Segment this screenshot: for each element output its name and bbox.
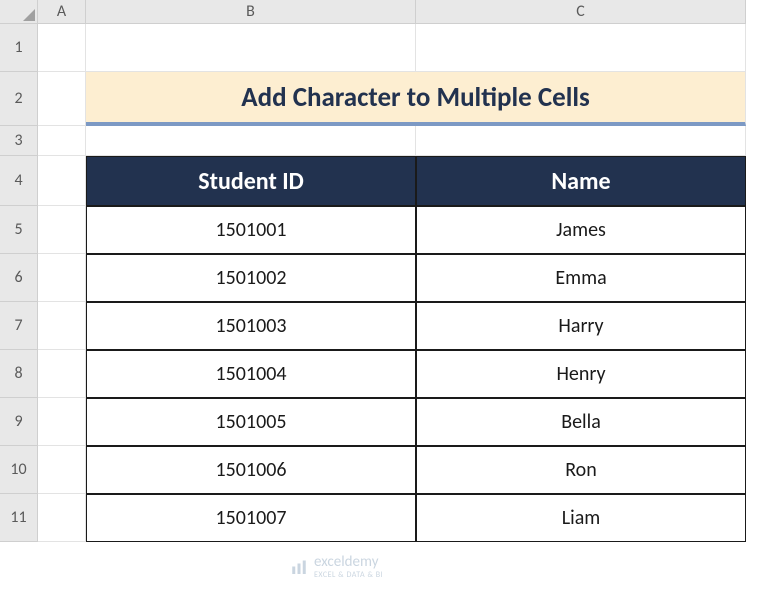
cell-a8[interactable] xyxy=(38,350,86,398)
col-header-a[interactable]: A xyxy=(38,0,86,24)
cell-c1[interactable] xyxy=(416,24,746,72)
col-header-c[interactable]: C xyxy=(416,0,746,24)
row-header-5[interactable]: 5 xyxy=(0,206,38,254)
cell-a6[interactable] xyxy=(38,254,86,302)
watermark-icon xyxy=(290,559,308,577)
table-cell-name[interactable]: Harry xyxy=(416,302,746,350)
select-all-corner[interactable] xyxy=(0,0,38,24)
table-cell-id[interactable]: 1501001 xyxy=(86,206,416,254)
watermark-text-wrap: exceldemy EXCEL & DATA & BI xyxy=(314,555,383,580)
table-cell-name[interactable]: Liam xyxy=(416,494,746,542)
column-header-name[interactable]: Name xyxy=(416,156,746,206)
cell-a11[interactable] xyxy=(38,494,86,542)
cell-a10[interactable] xyxy=(38,446,86,494)
table-cell-name[interactable]: Henry xyxy=(416,350,746,398)
cell-a3[interactable] xyxy=(38,126,86,156)
cell-c3[interactable] xyxy=(416,126,746,156)
row-header-2[interactable]: 2 xyxy=(0,72,38,126)
row-header-1[interactable]: 1 xyxy=(0,24,38,72)
cell-a9[interactable] xyxy=(38,398,86,446)
watermark: exceldemy EXCEL & DATA & BI xyxy=(290,555,383,580)
cell-a4[interactable] xyxy=(38,156,86,206)
row-header-7[interactable]: 7 xyxy=(0,302,38,350)
table-cell-id[interactable]: 1501007 xyxy=(86,494,416,542)
table-cell-name[interactable]: James xyxy=(416,206,746,254)
row-header-9[interactable]: 9 xyxy=(0,398,38,446)
row-header-3[interactable]: 3 xyxy=(0,126,38,156)
cell-a7[interactable] xyxy=(38,302,86,350)
cell-b1[interactable] xyxy=(86,24,416,72)
watermark-brand: exceldemy xyxy=(314,555,383,570)
row-header-4[interactable]: 4 xyxy=(0,156,38,206)
cell-a2[interactable] xyxy=(38,72,86,126)
cell-b3[interactable] xyxy=(86,126,416,156)
table-title[interactable]: Add Character to Multiple Cells xyxy=(86,72,746,126)
row-header-8[interactable]: 8 xyxy=(0,350,38,398)
row-header-6[interactable]: 6 xyxy=(0,254,38,302)
table-cell-name[interactable]: Ron xyxy=(416,446,746,494)
column-header-student-id[interactable]: Student ID xyxy=(86,156,416,206)
row-header-10[interactable]: 10 xyxy=(0,446,38,494)
table-cell-name[interactable]: Emma xyxy=(416,254,746,302)
watermark-tagline: EXCEL & DATA & BI xyxy=(314,570,383,580)
table-cell-id[interactable]: 1501003 xyxy=(86,302,416,350)
table-cell-id[interactable]: 1501002 xyxy=(86,254,416,302)
spreadsheet-grid: A B C 1 2 Add Character to Multiple Cell… xyxy=(0,0,767,542)
row-header-11[interactable]: 11 xyxy=(0,494,38,542)
cell-a1[interactable] xyxy=(38,24,86,72)
table-cell-name[interactable]: Bella xyxy=(416,398,746,446)
cell-a5[interactable] xyxy=(38,206,86,254)
table-cell-id[interactable]: 1501005 xyxy=(86,398,416,446)
table-cell-id[interactable]: 1501006 xyxy=(86,446,416,494)
table-cell-id[interactable]: 1501004 xyxy=(86,350,416,398)
col-header-b[interactable]: B xyxy=(86,0,416,24)
